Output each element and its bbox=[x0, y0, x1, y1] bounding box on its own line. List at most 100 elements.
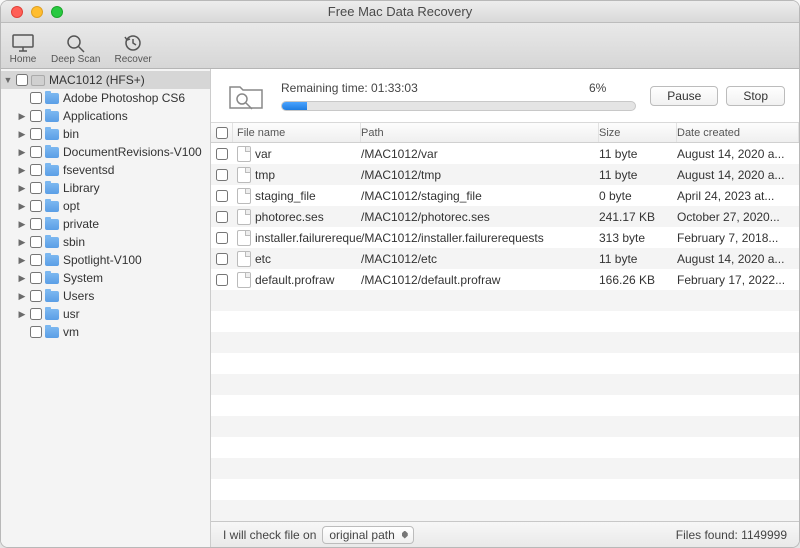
tree-item-checkbox[interactable] bbox=[30, 200, 42, 212]
file-icon bbox=[237, 146, 251, 162]
pause-button[interactable]: Pause bbox=[650, 86, 718, 106]
check-path-select[interactable]: original path bbox=[322, 526, 413, 544]
scan-folder-icon bbox=[225, 78, 267, 114]
folder-icon bbox=[45, 237, 59, 248]
empty-row bbox=[211, 458, 799, 479]
home-button[interactable]: Home bbox=[9, 32, 37, 65]
row-checkbox[interactable] bbox=[216, 274, 228, 286]
tree-item-label: Library bbox=[63, 181, 100, 195]
empty-row bbox=[211, 311, 799, 332]
select-all-checkbox[interactable] bbox=[216, 127, 228, 139]
chevron-right-icon[interactable]: ▶ bbox=[17, 273, 27, 284]
table-row[interactable]: installer.failurerequests/MAC1012/instal… bbox=[211, 227, 799, 248]
chevron-right-icon[interactable]: ▶ bbox=[17, 219, 27, 230]
col-header-path[interactable]: Path bbox=[361, 123, 599, 142]
file-icon bbox=[237, 209, 251, 225]
tree-item[interactable]: ▶bin bbox=[1, 125, 210, 143]
col-header-date[interactable]: Date created bbox=[677, 123, 799, 142]
chevron-down-icon[interactable]: ▼ bbox=[3, 75, 13, 85]
tree-item-checkbox[interactable] bbox=[30, 326, 42, 338]
recover-button[interactable]: Recover bbox=[114, 32, 151, 65]
chevron-right-icon[interactable]: ▶ bbox=[17, 201, 27, 212]
table-body[interactable]: var/MAC1012/var11 byteAugust 14, 2020 a.… bbox=[211, 143, 799, 521]
tree-item[interactable]: ▶Users bbox=[1, 287, 210, 305]
empty-row bbox=[211, 479, 799, 500]
file-date: October 27, 2020... bbox=[677, 210, 799, 224]
file-name: etc bbox=[255, 252, 271, 266]
tree-item-label: vm bbox=[63, 325, 79, 339]
row-checkbox[interactable] bbox=[216, 211, 228, 223]
stop-button[interactable]: Stop bbox=[726, 86, 785, 106]
tree-item-checkbox[interactable] bbox=[30, 182, 42, 194]
tree-item-checkbox[interactable] bbox=[30, 236, 42, 248]
tree-item[interactable]: ▶Applications bbox=[1, 107, 210, 125]
table-row[interactable]: etc/MAC1012/etc11 byteAugust 14, 2020 a.… bbox=[211, 248, 799, 269]
tree-item[interactable]: ▶DocumentRevisions-V100 bbox=[1, 143, 210, 161]
chevron-right-icon[interactable]: ▶ bbox=[17, 147, 27, 158]
file-path: /MAC1012/etc bbox=[361, 252, 599, 266]
file-date: February 7, 2018... bbox=[677, 231, 799, 245]
tree-item[interactable]: ▶Adobe Photoshop CS6 bbox=[1, 89, 210, 107]
col-header-size[interactable]: Size bbox=[599, 123, 677, 142]
row-checkbox[interactable] bbox=[216, 232, 228, 244]
tree-item[interactable]: ▶fseventsd bbox=[1, 161, 210, 179]
tree-item-checkbox[interactable] bbox=[30, 146, 42, 158]
scan-percent-label: 6% bbox=[589, 81, 606, 95]
progress-track bbox=[281, 101, 636, 111]
tree-item[interactable]: ▶ private bbox=[1, 215, 210, 233]
tree-item-checkbox[interactable] bbox=[30, 272, 42, 284]
main-panel: Remaining time: 01:33:03 6% Pause Stop F… bbox=[211, 69, 799, 547]
file-size: 313 byte bbox=[599, 231, 677, 245]
tree-item[interactable]: ▶Spotlight-V100 bbox=[1, 251, 210, 269]
folder-icon bbox=[45, 273, 59, 284]
col-header-name[interactable]: File name bbox=[233, 123, 361, 142]
table-row[interactable]: var/MAC1012/var11 byteAugust 14, 2020 a.… bbox=[211, 143, 799, 164]
folder-icon bbox=[45, 93, 59, 104]
table-row[interactable]: default.profraw/MAC1012/default.profraw1… bbox=[211, 269, 799, 290]
chevron-right-icon[interactable]: ▶ bbox=[17, 183, 27, 194]
folder-icon bbox=[45, 183, 59, 194]
tree-item-checkbox[interactable] bbox=[30, 92, 42, 104]
chevron-right-icon[interactable]: ▶ bbox=[17, 237, 27, 248]
tree-item[interactable]: ▶vm bbox=[1, 323, 210, 341]
empty-row bbox=[211, 500, 799, 521]
tree-item-checkbox[interactable] bbox=[30, 254, 42, 266]
tree-item-checkbox[interactable] bbox=[30, 128, 42, 140]
chevron-right-icon[interactable]: ▶ bbox=[17, 309, 27, 320]
tree-item[interactable]: ▶ Library bbox=[1, 179, 210, 197]
deep-scan-label: Deep Scan bbox=[51, 54, 100, 65]
file-name: var bbox=[255, 147, 272, 161]
row-checkbox[interactable] bbox=[216, 169, 228, 181]
tree-item-label: private bbox=[63, 217, 99, 231]
tree-root-item[interactable]: ▼ MAC1012 (HFS+) bbox=[1, 71, 210, 89]
row-checkbox[interactable] bbox=[216, 148, 228, 160]
file-path: /MAC1012/tmp bbox=[361, 168, 599, 182]
chevron-right-icon[interactable]: ▶ bbox=[17, 255, 27, 266]
row-checkbox[interactable] bbox=[216, 190, 228, 202]
sidebar: ▼ MAC1012 (HFS+) ▶Adobe Photoshop CS6▶Ap… bbox=[1, 69, 211, 547]
file-date: February 17, 2022... bbox=[677, 273, 799, 287]
tree-item[interactable]: ▶opt bbox=[1, 197, 210, 215]
table-row[interactable]: photorec.ses/MAC1012/photorec.ses241.17 … bbox=[211, 206, 799, 227]
chevron-right-icon[interactable]: ▶ bbox=[17, 165, 27, 176]
toolbar: Home Deep Scan Recover bbox=[1, 23, 799, 69]
chevron-right-icon[interactable]: ▶ bbox=[17, 291, 27, 302]
tree-root-checkbox[interactable] bbox=[16, 74, 28, 86]
tree-item-checkbox[interactable] bbox=[30, 164, 42, 176]
folder-icon bbox=[45, 255, 59, 266]
deep-scan-button[interactable]: Deep Scan bbox=[51, 32, 100, 65]
file-name: tmp bbox=[255, 168, 275, 182]
tree-item-checkbox[interactable] bbox=[30, 218, 42, 230]
tree-item[interactable]: ▶sbin bbox=[1, 233, 210, 251]
tree-item[interactable]: ▶System bbox=[1, 269, 210, 287]
table-row[interactable]: tmp/MAC1012/tmp11 byteAugust 14, 2020 a.… bbox=[211, 164, 799, 185]
row-checkbox[interactable] bbox=[216, 253, 228, 265]
chevron-right-icon[interactable]: ▶ bbox=[17, 129, 27, 140]
chevron-right-icon[interactable]: ▶ bbox=[17, 111, 27, 122]
table-row[interactable]: staging_file/MAC1012/staging_file0 byteA… bbox=[211, 185, 799, 206]
tree-item-checkbox[interactable] bbox=[30, 308, 42, 320]
folder-icon bbox=[45, 327, 59, 338]
tree-item[interactable]: ▶usr bbox=[1, 305, 210, 323]
tree-item-checkbox[interactable] bbox=[30, 110, 42, 122]
tree-item-checkbox[interactable] bbox=[30, 290, 42, 302]
